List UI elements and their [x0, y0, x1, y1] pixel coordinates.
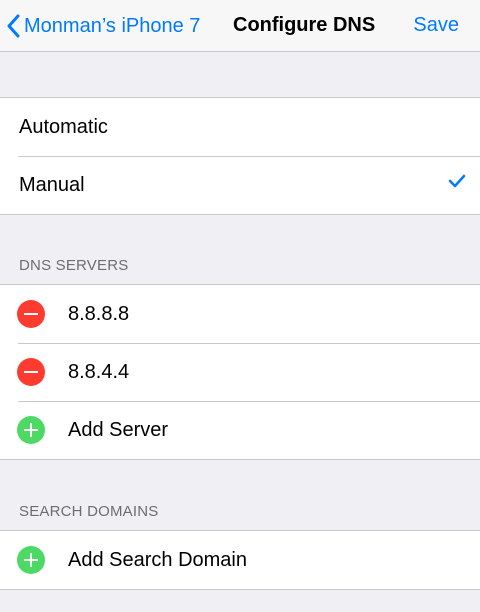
- option-manual[interactable]: Manual: [0, 156, 480, 214]
- dns-servers-header: DNS SERVERS: [19, 257, 129, 274]
- add-server-label: Add Server: [68, 418, 169, 441]
- page-title: Configure DNS: [233, 14, 376, 36]
- server-address[interactable]: 8.8.4.4: [68, 361, 129, 384]
- add-icon: [17, 416, 45, 444]
- list-item: 8.8.4.4: [0, 343, 480, 401]
- delete-server-icon[interactable]: [17, 300, 45, 328]
- delete-server-icon[interactable]: [17, 358, 45, 386]
- search-domains-header: SEARCH DOMAINS: [19, 503, 159, 520]
- navigation-bar: Monman’s iPhone 7 Configure DNS Save: [0, 0, 480, 52]
- dns-servers-group: 8.8.8.8 8.8.4.4 Add Server: [0, 284, 480, 460]
- add-icon: [17, 546, 45, 574]
- save-button[interactable]: Save: [413, 0, 459, 52]
- dns-mode-group: Automatic Manual: [0, 97, 480, 215]
- option-label: Manual: [19, 173, 85, 196]
- option-label: Automatic: [19, 115, 108, 138]
- checkmark-icon: [448, 174, 466, 188]
- search-domains-group: Add Search Domain: [0, 530, 480, 590]
- chevron-left-icon: [7, 14, 20, 38]
- back-button-label: Monman’s iPhone 7: [24, 14, 201, 37]
- server-address[interactable]: 8.8.8.8: [68, 303, 129, 326]
- add-search-domain-label: Add Search Domain: [68, 548, 247, 571]
- add-server-button[interactable]: Add Server: [0, 401, 480, 459]
- back-button[interactable]: Monman’s iPhone 7: [6, 0, 200, 52]
- option-automatic[interactable]: Automatic: [0, 98, 480, 156]
- add-search-domain-button[interactable]: Add Search Domain: [0, 531, 480, 589]
- list-item: 8.8.8.8: [0, 285, 480, 343]
